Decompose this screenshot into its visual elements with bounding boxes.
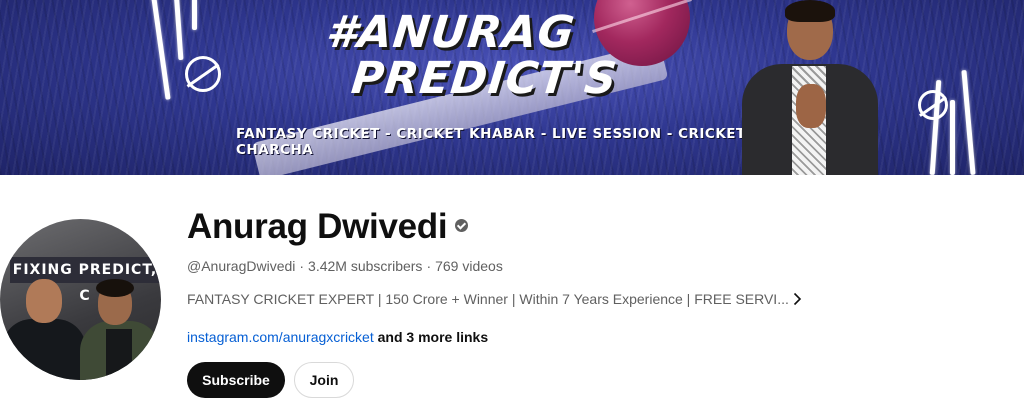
channel-name: Anurag Dwivedi bbox=[187, 207, 448, 246]
banner-title-line1: #ANURAG bbox=[323, 7, 578, 58]
avatar-person-right-hair bbox=[96, 279, 134, 297]
banner-person-photo bbox=[736, 0, 886, 175]
chevron-right-icon[interactable] bbox=[790, 292, 804, 306]
banner-tagline: FANTASY CRICKET - CRICKET KHABAR - LIVE … bbox=[236, 126, 746, 158]
bail-ring-graphic bbox=[918, 90, 948, 120]
meta-separator: · bbox=[299, 258, 305, 274]
join-button[interactable]: Join bbox=[294, 362, 354, 398]
avatar-person-right-shirt bbox=[106, 329, 132, 380]
bail-ring-graphic bbox=[185, 56, 221, 92]
stump-graphic bbox=[192, 0, 197, 30]
channel-links: instagram.com/anuragxcricket and 3 more … bbox=[187, 329, 488, 345]
avatar-person-right bbox=[80, 279, 160, 380]
more-links-button[interactable]: and 3 more links bbox=[378, 329, 488, 345]
banner-title-line2: PREDICT'S bbox=[348, 53, 620, 104]
avatar-person-left-head bbox=[26, 279, 62, 323]
channel-handle: @AnuragDwivedi bbox=[187, 258, 296, 274]
verified-check-icon bbox=[455, 219, 468, 232]
instagram-link[interactable]: instagram.com/anuragxcricket bbox=[187, 329, 374, 345]
video-count: 769 videos bbox=[435, 258, 503, 274]
person-hands bbox=[796, 84, 826, 128]
meta-separator: · bbox=[426, 258, 432, 274]
avatar-person-left-body bbox=[2, 319, 86, 380]
stump-graphic bbox=[950, 100, 955, 175]
subscribe-button[interactable]: Subscribe bbox=[187, 362, 285, 398]
channel-banner: #ANURAG PREDICT'S FANTASY CRICKET - CRIC… bbox=[0, 0, 1024, 175]
subscriber-count: 3.42M subscribers bbox=[308, 258, 423, 274]
banner-title: #ANURAG PREDICT'S bbox=[319, 7, 649, 104]
channel-description[interactable]: FANTASY CRICKET EXPERT | 150 Crore + Win… bbox=[187, 291, 789, 307]
person-hair bbox=[785, 0, 835, 22]
channel-meta: @AnuragDwivedi · 3.42M subscribers · 769 vid… bbox=[187, 258, 503, 274]
channel-avatar[interactable]: FIXING PREDICT, C bbox=[0, 219, 161, 380]
avatar-person-left bbox=[2, 279, 86, 380]
